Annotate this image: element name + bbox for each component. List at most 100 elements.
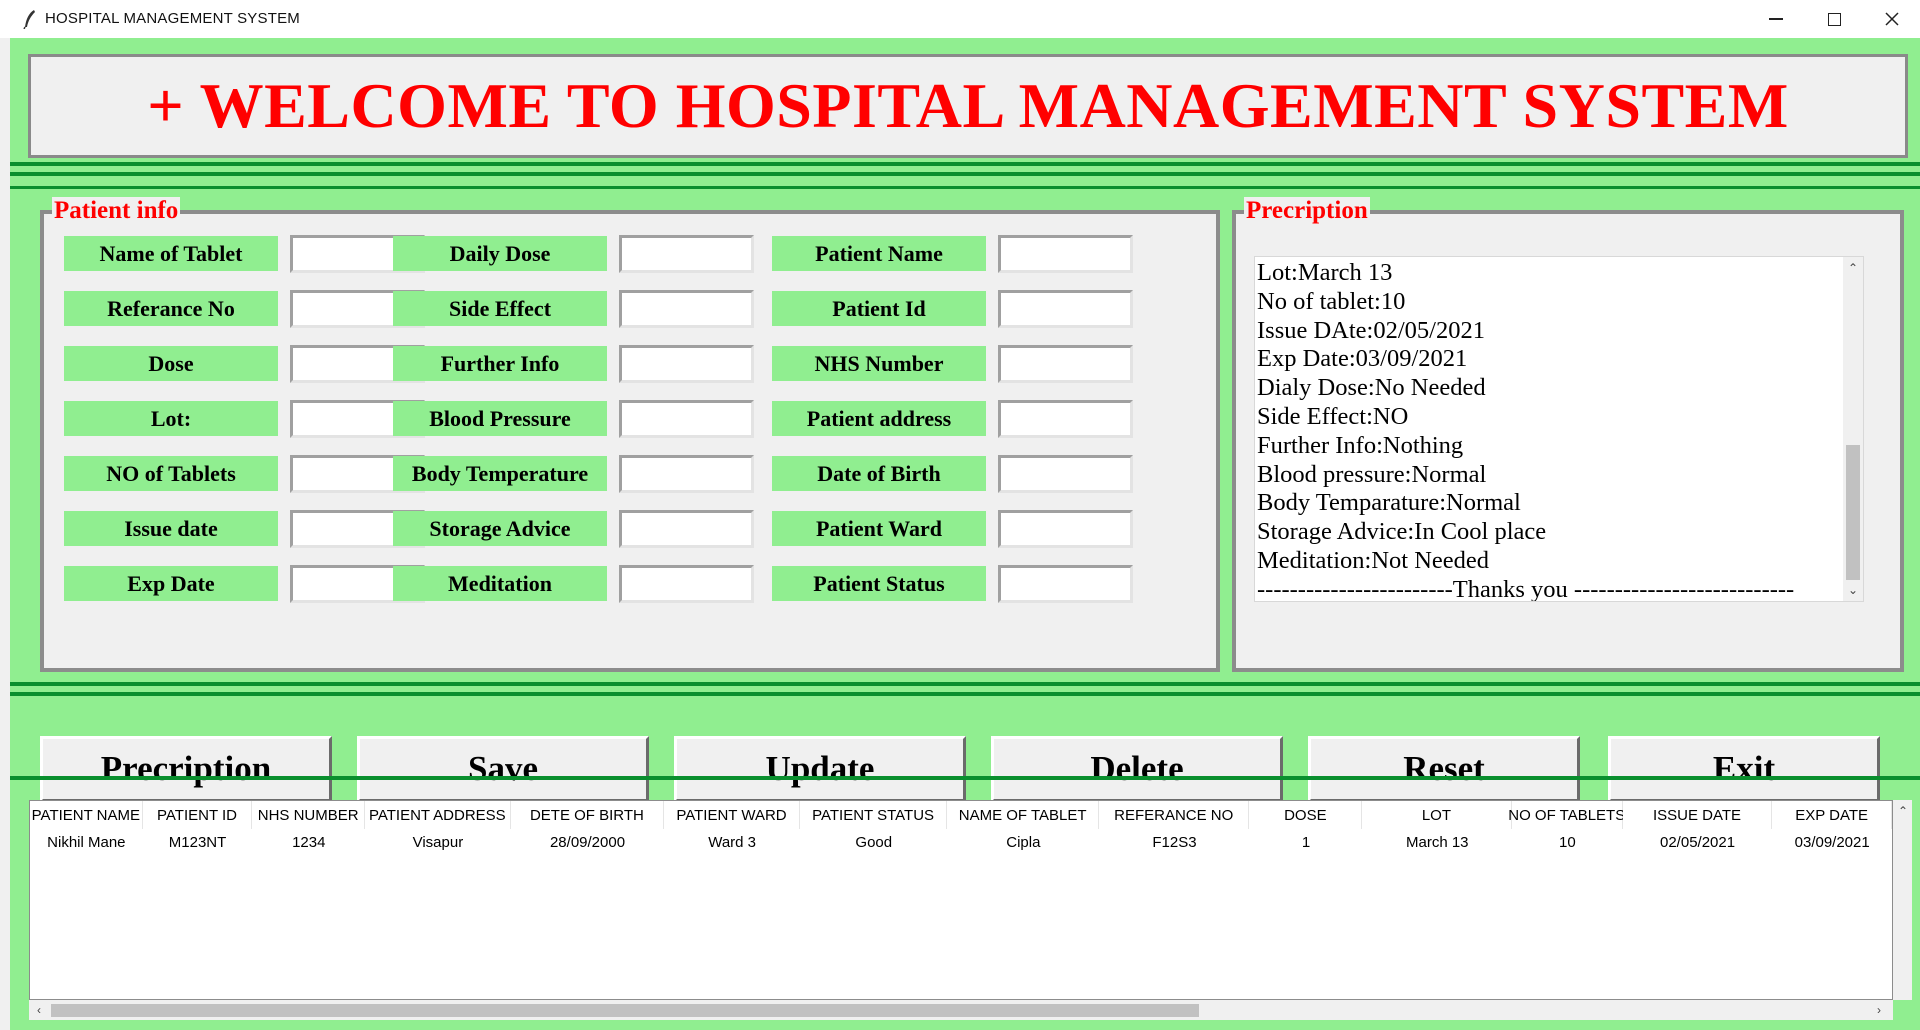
column-header[interactable]: DOSE [1249,801,1363,829]
welcome-banner: + WELCOME TO HOSPITAL MANAGEMENT SYSTEM [28,54,1908,158]
table-cell: M123NT [168,833,227,851]
update-button[interactable]: Update [674,736,966,802]
prescription-line: Lot:March 13 [1257,259,1393,286]
prescription-line: Exp Date:03/09/2021 [1257,345,1468,373]
table-cell: Good [855,833,893,851]
column-header[interactable]: PATIENT ADDRESS [365,801,511,829]
prescription-line: Side Effect:NO [1257,402,1409,430]
field-label-patient-0: Patient Name [772,236,986,271]
prescription-button[interactable]: Precription [40,736,332,802]
scroll-up-icon[interactable]: ⌃ [1893,802,1913,820]
table-cell: March 13 [1405,833,1469,851]
prescription-title: Precription [1244,197,1370,225]
field-label-treatment-1: Side Effect [393,291,607,326]
prescription-line: Further Info:Nothing [1257,431,1464,459]
table-vertical-scrollbar[interactable]: ⌃ [1893,800,1912,1000]
table-cell: 10 [1559,833,1576,851]
field-label-tablet-3: Lot: [64,401,278,436]
divider-bar [10,162,1920,166]
field-label-treatment-3: Blood Pressure [393,401,607,436]
minimize-icon [1769,18,1783,20]
exit-button[interactable]: Exit [1608,736,1880,802]
field-input-patient-6[interactable] [998,565,1133,603]
divider-bar [10,776,1920,780]
field-label-patient-2: NHS Number [772,346,986,381]
patient-records-table[interactable]: PATIENT NAME PATIENT ID NHS NUMBER PATIENT … [29,800,1893,1000]
divider-bar [10,186,1920,189]
save-button[interactable]: Save [357,736,649,802]
field-label-treatment-6: Meditation [393,566,607,601]
field-input-treatment-6[interactable] [619,565,754,603]
close-icon [1885,12,1899,26]
column-header[interactable]: PATIENT WARD [664,801,800,829]
scroll-left-icon[interactable]: ‹ [29,1001,49,1019]
field-label-patient-6: Patient Status [772,566,986,601]
delete-button[interactable]: Delete [991,736,1283,802]
field-label-treatment-2: Further Info [393,346,607,381]
field-input-patient-4[interactable] [998,455,1133,493]
prescription-text-area[interactable]: Lot:March 13 No of tablet:10 Issue DAte:02… [1254,256,1864,602]
field-input-patient-3[interactable] [998,400,1133,438]
banner-title: + WELCOME TO HOSPITAL MANAGEMENT SYSTEM [147,70,1789,141]
prescription-line: Blood pressure:Normal [1257,460,1487,488]
maximize-button[interactable] [1805,0,1863,38]
app-root: + WELCOME TO HOSPITAL MANAGEMENT SYSTEM … [10,38,1920,1030]
prescription-line: Storage Advice:In Cool place [1257,518,1547,546]
scroll-up-icon[interactable]: ⌃ [1843,259,1863,277]
table-cell: Visapur [412,833,464,851]
column-header[interactable]: PATIENT NAME [30,801,143,829]
column-header[interactable]: REFERANCE NO [1098,801,1250,829]
field-label-tablet-5: Issue date [64,511,278,546]
field-input-patient-0[interactable] [998,235,1133,273]
field-label-treatment-5: Storage Advice [393,511,607,546]
column-header[interactable]: NAME OF TABLET [947,801,1099,829]
button-bar: Precription Save Update Delete Reset Exit [10,690,1920,802]
field-label-tablet-0: Name of Tablet [64,236,278,271]
column-header[interactable]: LOT [1362,801,1512,829]
scroll-down-icon[interactable]: ⌄ [1843,581,1863,599]
table-cell: 1 [1301,833,1311,851]
field-input-patient-5[interactable] [998,510,1133,548]
prescription-line: Meditation:Not Needed [1257,546,1490,574]
table-cell: Ward 3 [708,833,757,851]
feather-icon [23,10,35,29]
column-header[interactable]: ISSUE DATE [1622,801,1773,829]
table-cell: F12S3 [1152,833,1197,851]
close-button[interactable] [1863,0,1920,38]
field-label-tablet-6: Exp Date [64,566,278,601]
field-input-treatment-4[interactable] [619,455,754,493]
prescription-line: Dialy Dose:No Needed [1257,374,1486,402]
scrollbar-thumb[interactable] [1846,445,1860,580]
field-input-treatment-5[interactable] [619,510,754,548]
column-header[interactable]: NO OF TABLETS [1508,801,1625,829]
reset-button[interactable]: Reset [1308,736,1580,802]
column-header[interactable]: PATIENT STATUS [799,801,948,829]
field-input-treatment-2[interactable] [619,345,754,383]
table-cell: 03/09/2021 [1794,833,1870,851]
divider-bar [10,172,1920,176]
scroll-right-icon[interactable]: › [1869,1001,1889,1019]
patient-info-title: Patient info [52,197,181,225]
table-cell: 02/05/2021 [1660,833,1736,851]
field-label-tablet-2: Dose [64,346,278,381]
field-input-treatment-0[interactable] [619,235,754,273]
prescription-lines: Lot:March 13 No of tablet:10 Issue DAte:02… [1257,259,1794,601]
field-input-treatment-3[interactable] [619,400,754,438]
minimize-button[interactable] [1747,0,1805,38]
column-header[interactable]: NHS NUMBER [252,801,366,829]
field-input-patient-1[interactable] [998,290,1133,328]
field-input-patient-2[interactable] [998,345,1133,383]
table-row[interactable]: Nikhil Mane M123NT 1234 Visapur 28/09/2000 Wa… [30,829,1892,855]
field-label-patient-5: Patient Ward [772,511,986,546]
window-title-bar: HOSPITAL MANAGEMENT SYSTEM [0,0,1920,38]
table-horizontal-scrollbar[interactable]: ‹ › [29,1000,1893,1020]
column-header[interactable]: PATIENT ID [142,801,253,829]
column-header[interactable]: EXP DATE [1772,801,1892,829]
scrollbar-thumb[interactable] [51,1004,1199,1017]
prescription-frame: Precription Lot:March 13 No of tablet:10 I… [1232,197,1904,672]
field-label-tablet-4: NO of Tablets [64,456,278,491]
prescription-line: Issue DAte:02/05/2021 [1257,316,1485,344]
field-input-treatment-1[interactable] [619,290,754,328]
prescription-scrollbar[interactable]: ⌃ ⌄ [1843,257,1863,601]
column-header[interactable]: DETE OF BIRTH [510,801,665,829]
